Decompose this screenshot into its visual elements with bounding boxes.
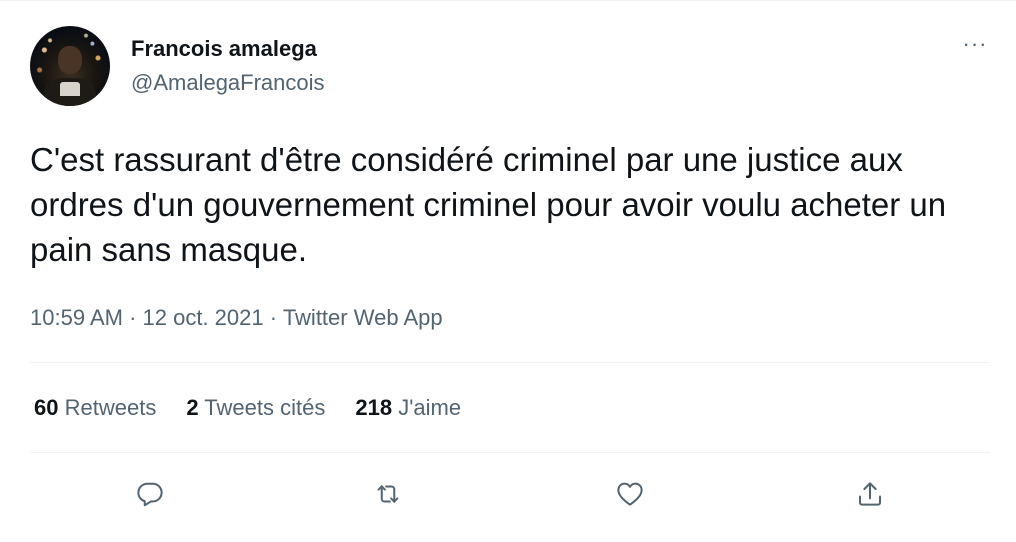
- tweet-date[interactable]: 12 oct. 2021: [143, 305, 264, 330]
- meta-separator: ·: [269, 305, 278, 330]
- avatar[interactable]: [30, 26, 110, 106]
- retweet-icon: [377, 485, 399, 503]
- like-button[interactable]: [608, 472, 652, 516]
- reply-button[interactable]: [128, 472, 172, 516]
- retweet-button[interactable]: [366, 472, 410, 516]
- quotes-count: 2: [186, 395, 199, 420]
- divider: [30, 362, 990, 363]
- action-bar: [0, 472, 1016, 516]
- likes-label: J'aime: [398, 395, 462, 420]
- tweet-stats: 60 Retweets 2 Tweets cités 218 J'aime: [34, 394, 491, 422]
- tweet-text: C'est rassurant d'être considéré crimine…: [30, 141, 947, 268]
- likes-stat[interactable]: 218 J'aime: [355, 394, 461, 422]
- retweets-count: 60: [34, 395, 59, 420]
- retweets-stat[interactable]: 60 Retweets: [34, 394, 156, 422]
- reply-icon: [137, 482, 163, 507]
- meta-separator: ·: [129, 305, 137, 330]
- top-divider: [0, 0, 1016, 1]
- heart-icon: [617, 482, 643, 506]
- tweet-time[interactable]: 10:59 AM: [30, 305, 123, 330]
- more-options-icon[interactable]: ···: [960, 33, 990, 60]
- share-button[interactable]: [848, 472, 892, 516]
- tweet-metadata: 10:59 AM · 12 oct. 2021 · Twitter Web Ap…: [30, 304, 443, 332]
- quotes-stat[interactable]: 2 Tweets cités: [186, 394, 325, 422]
- author-display-name[interactable]: Francois amalega: [131, 36, 317, 62]
- likes-count: 218: [355, 395, 393, 420]
- retweets-label: Retweets: [64, 395, 157, 420]
- author-handle[interactable]: @AmalegaFrancois: [131, 70, 325, 96]
- tweet-source[interactable]: Twitter Web App: [283, 305, 443, 330]
- avatar-shirt: [60, 82, 80, 96]
- divider: [30, 452, 990, 453]
- share-icon: [859, 482, 881, 506]
- quotes-label: Tweets cités: [204, 395, 326, 420]
- avatar-face: [58, 46, 82, 74]
